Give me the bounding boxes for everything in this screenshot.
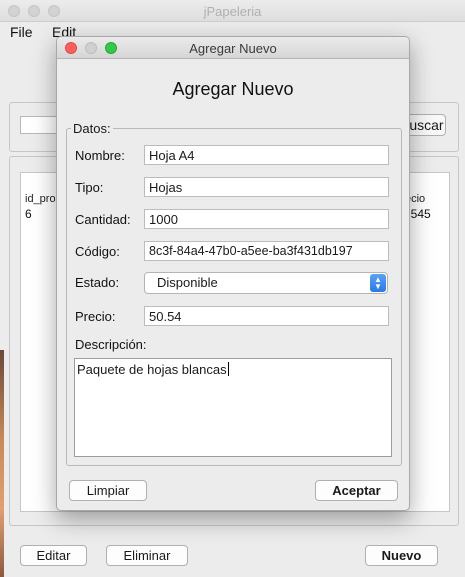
codigo-field[interactable]: 8c3f-84a4-47b0-a5ee-ba3f431db197 [144, 241, 389, 261]
clear-button[interactable]: Limpiar [69, 480, 147, 501]
descripcion-text: Paquete de hojas blancas [77, 362, 227, 377]
codigo-label: Código: [75, 244, 120, 259]
dialog-title-bar: Agregar Nuevo [57, 37, 409, 59]
delete-button[interactable]: Eliminar [106, 545, 188, 566]
precio-label: Precio: [75, 309, 116, 324]
cantidad-field[interactable]: 1000 [144, 209, 389, 229]
accept-button[interactable]: Aceptar [315, 480, 398, 501]
precio-field[interactable]: 50.54 [144, 306, 389, 326]
nombre-label: Nombre: [75, 148, 125, 163]
dialog-heading: Agregar Nuevo [172, 79, 294, 99]
desktop-wallpaper-strip [0, 350, 4, 577]
estado-label: Estado: [75, 275, 120, 290]
column-header-id[interactable]: id_pro [25, 193, 56, 205]
nombre-field[interactable]: Hoja A4 [144, 145, 389, 165]
text-caret [227, 362, 229, 376]
tipo-label: Tipo: [75, 180, 104, 195]
tipo-field[interactable]: Hojas [144, 177, 389, 197]
edit-button[interactable]: Editar [20, 545, 87, 566]
cantidad-label: Cantidad: [75, 212, 131, 227]
new-button[interactable]: Nuevo [365, 545, 438, 566]
datos-group-label: Datos: [71, 121, 113, 136]
descripcion-label: Descripción: [75, 337, 147, 352]
table-cell-id[interactable]: 6 [25, 207, 32, 221]
dialog-title: Agregar Nuevo [189, 41, 277, 56]
add-new-dialog: Agregar Nuevo Agregar Nuevo Datos: Nombr… [56, 36, 410, 511]
estado-selected-value: Disponible [157, 275, 218, 290]
main-title-bar: jPapeleria [0, 0, 465, 22]
descripcion-textarea[interactable]: Paquete de hojas blancas [74, 358, 392, 457]
main-window-title: jPapeleria [203, 4, 262, 19]
menu-file[interactable]: File [10, 24, 33, 40]
chevron-up-down-icon: ▲ ▼ [370, 274, 386, 292]
estado-select[interactable]: Disponible ▲ ▼ [144, 272, 388, 294]
